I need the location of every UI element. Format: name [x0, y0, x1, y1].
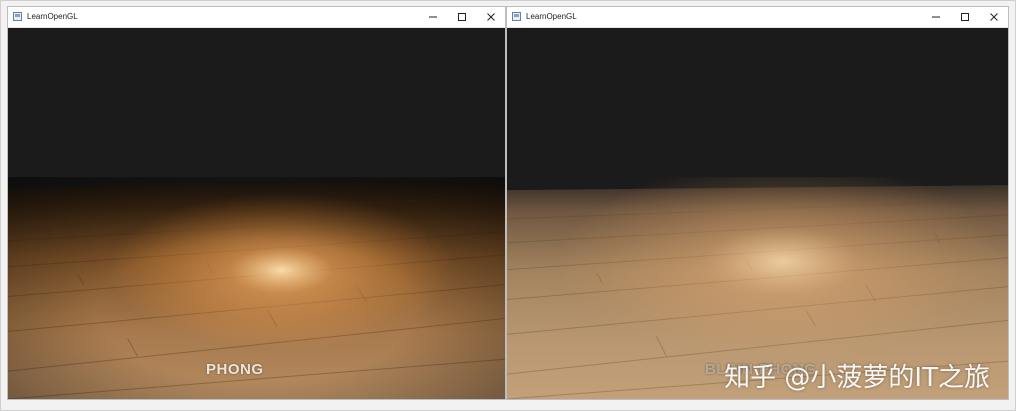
close-button[interactable] [982, 7, 1006, 27]
blinn-phong-floor-render [507, 28, 1008, 399]
maximize-icon [458, 13, 466, 21]
app-icon [512, 12, 521, 21]
shading-mode-label: PHONG [206, 361, 264, 378]
close-icon [990, 13, 998, 21]
app-icon [13, 12, 22, 21]
minimize-button[interactable] [924, 7, 948, 27]
title-bar[interactable]: LearnOpenGL [8, 7, 505, 28]
watermark-text: 知乎 @小菠萝的IT之旅 [724, 363, 990, 393]
maximize-button[interactable] [953, 7, 977, 27]
opengl-render-viewport[interactable]: BLINN-PHONG [507, 28, 1008, 399]
minimize-icon [932, 16, 940, 18]
window-phong: LearnOpenGL PHONG [7, 6, 506, 400]
title-bar[interactable]: LearnOpenGL [507, 7, 1008, 28]
window-title: LearnOpenGL [526, 12, 577, 21]
phong-floor-render [8, 28, 505, 399]
maximize-button[interactable] [450, 7, 474, 27]
close-button[interactable] [479, 7, 503, 27]
opengl-render-viewport[interactable]: PHONG [8, 28, 505, 399]
minimize-button[interactable] [421, 7, 445, 27]
window-title: LearnOpenGL [27, 12, 78, 21]
minimize-icon [429, 16, 437, 18]
close-icon [487, 13, 495, 21]
window-blinn-phong: LearnOpenGL BLINN-PHONG [506, 6, 1009, 400]
maximize-icon [961, 13, 969, 21]
